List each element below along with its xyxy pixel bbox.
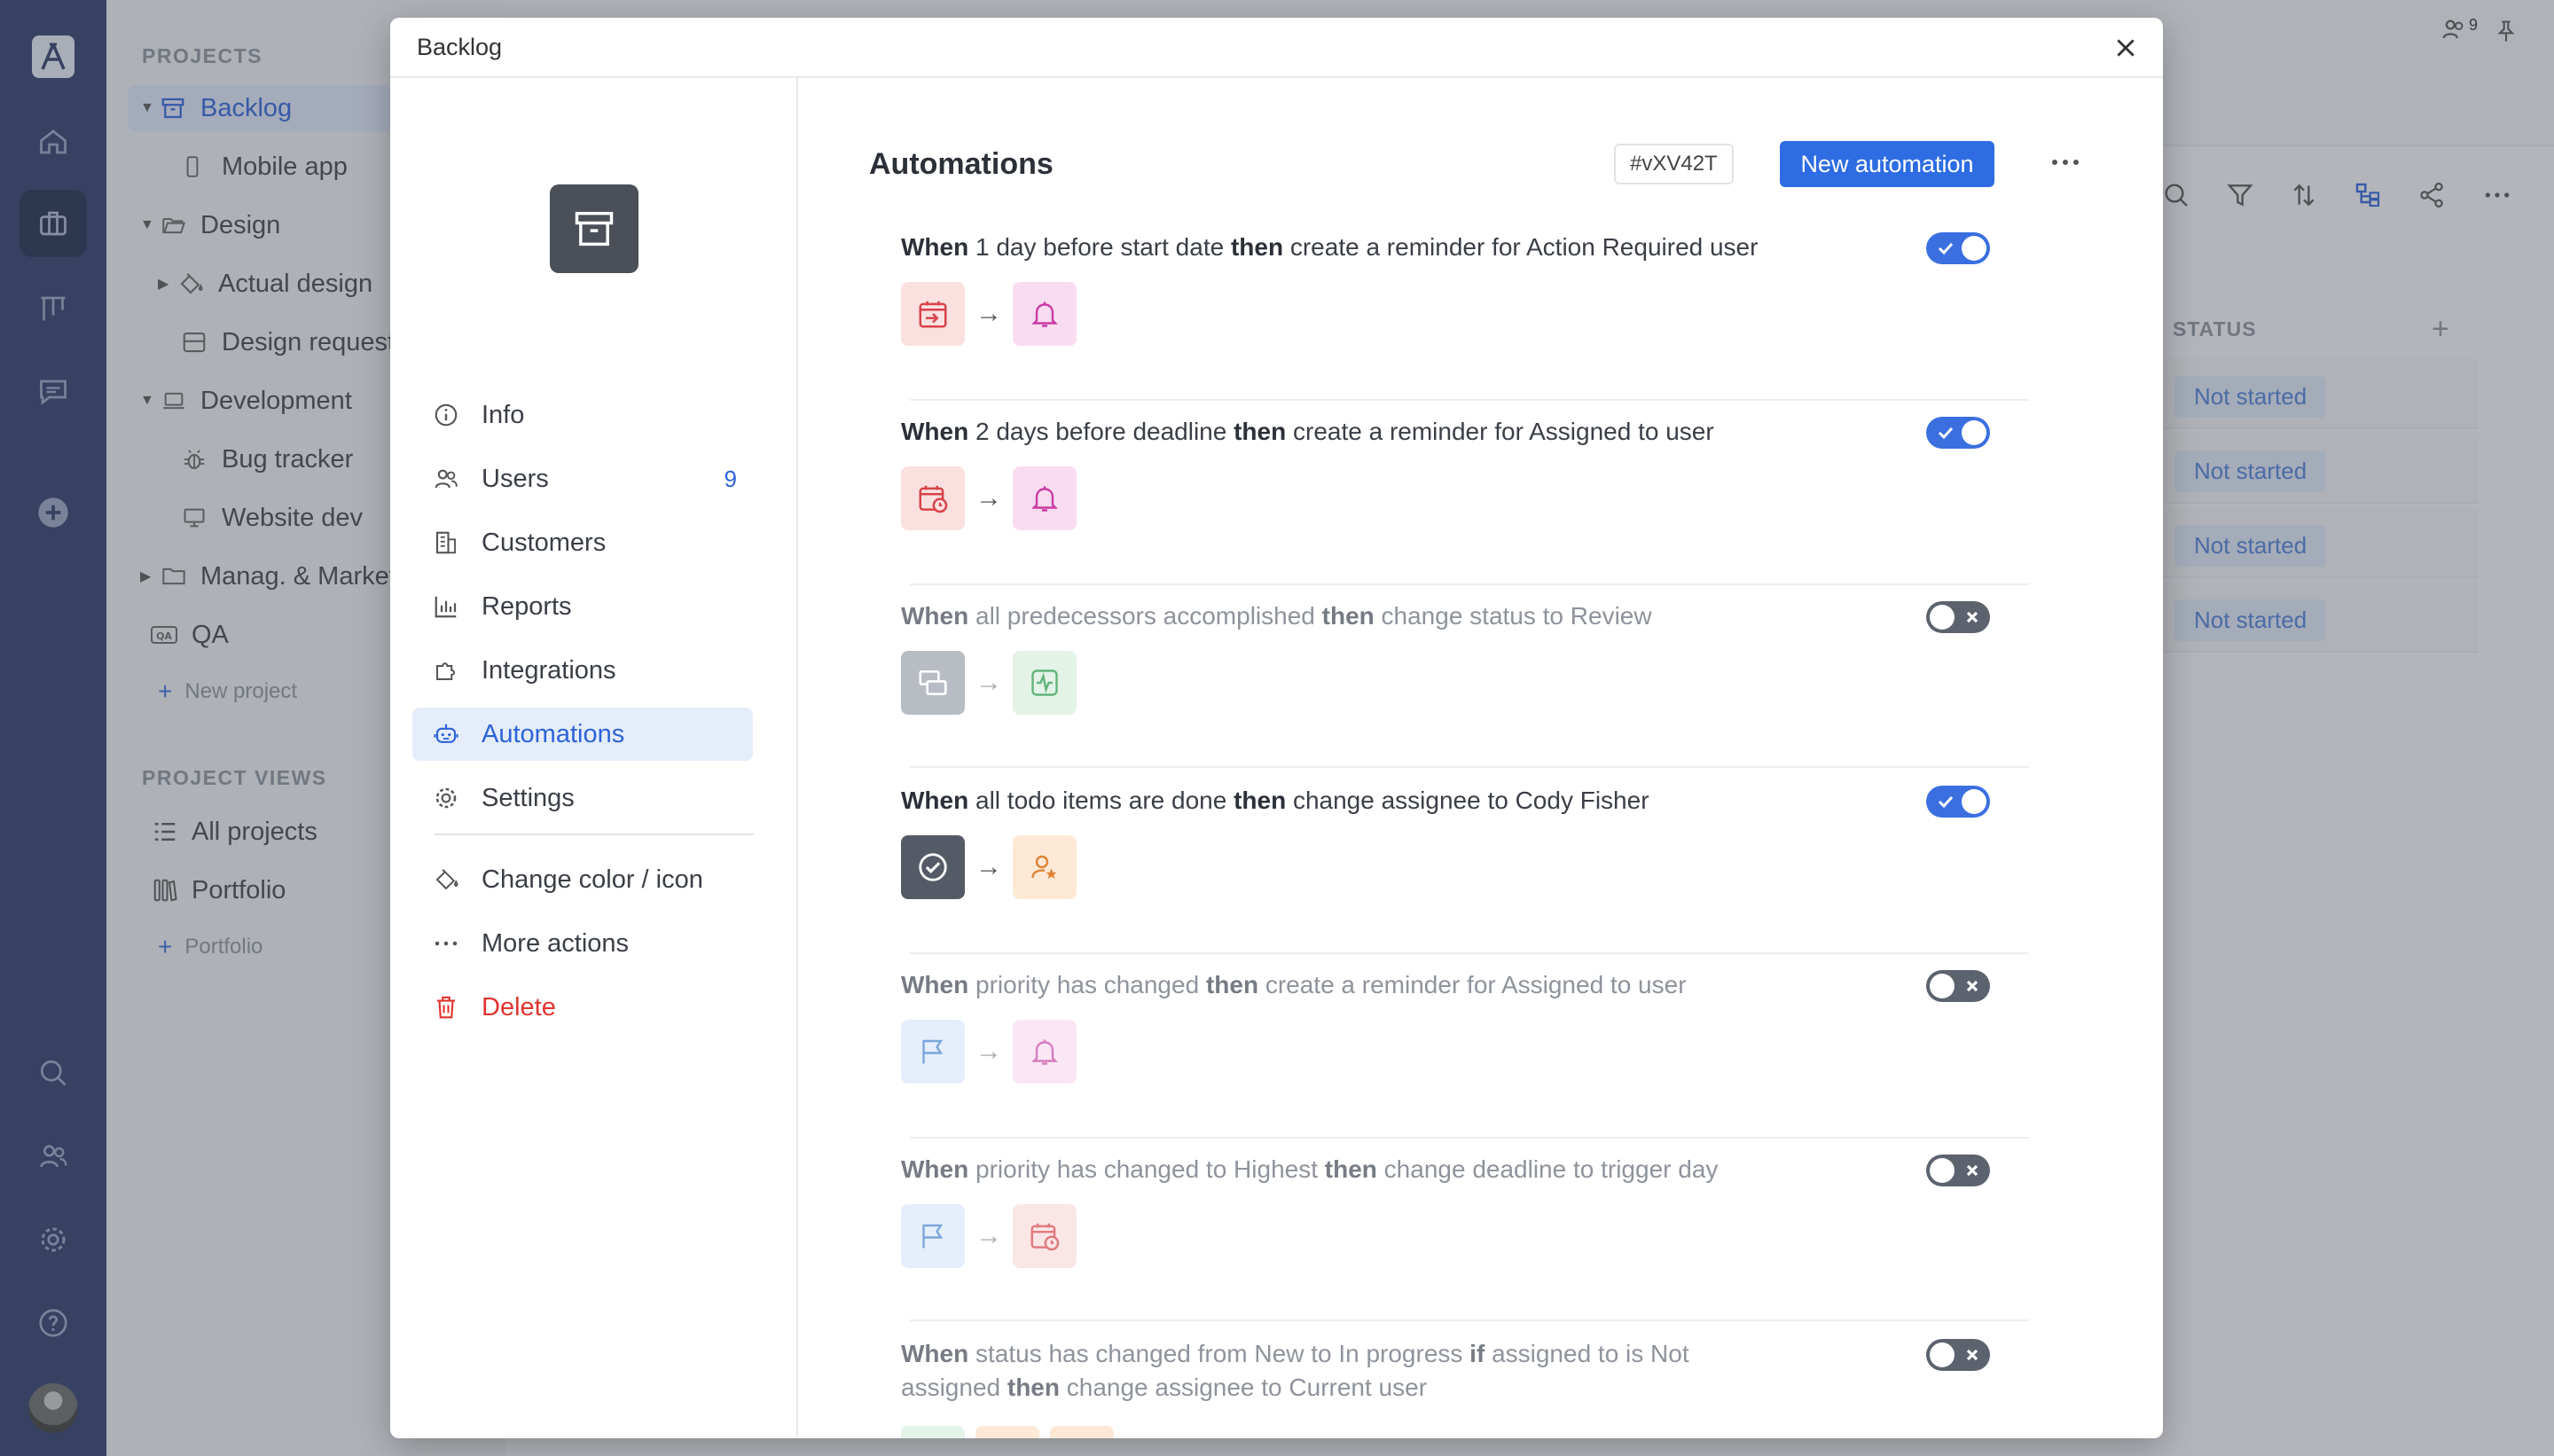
menu-item-change-color-icon[interactable]: Change color / icon [412, 853, 753, 906]
menu-item-info[interactable]: Info [412, 388, 753, 442]
rule-toggle[interactable] [1926, 417, 1990, 449]
info-icon [421, 402, 471, 428]
rule-description: When priority has changed then create a … [901, 971, 1687, 998]
rule-divider [910, 766, 2029, 768]
menu-item-delete[interactable]: Delete [412, 981, 753, 1034]
menu-item-more-actions[interactable]: More actions [412, 917, 753, 970]
menu-item-settings[interactable]: Settings [412, 771, 753, 825]
modal-title: Backlog [417, 34, 503, 60]
dots-icon [421, 930, 471, 957]
check-circle-icon [901, 835, 965, 899]
project-id-badge[interactable]: #vXV42T [1614, 144, 1734, 184]
users-count-badge: 9 [724, 465, 737, 492]
flag-icon [901, 1204, 965, 1268]
modal-header: Backlog [390, 18, 2163, 78]
menu-divider [435, 834, 754, 835]
status-icon [901, 1426, 965, 1438]
rule-description: When all predecessors accomplished then … [901, 602, 1652, 630]
status-pulse-icon [1013, 651, 1077, 715]
automations-title: Automations [869, 147, 1054, 181]
menu-item-automations[interactable]: Automations [412, 708, 753, 761]
rule-toggle[interactable] [1926, 1339, 1990, 1371]
calendar-clock-icon [1013, 1204, 1077, 1268]
rule-toggle[interactable] [1926, 970, 1990, 1002]
rule-divider [910, 399, 2029, 401]
gear-icon [421, 785, 471, 811]
rule-divider [910, 952, 2029, 954]
more-options-icon[interactable] [2043, 149, 2088, 176]
predecessors-icon [901, 651, 965, 715]
rule-description: When status has changed from New to In p… [901, 1340, 1689, 1401]
trash-icon [421, 994, 471, 1021]
paint-icon [421, 866, 471, 893]
automations-panel: Automations #vXV42T New automation When … [798, 78, 2163, 1438]
new-automation-button[interactable]: New automation [1780, 141, 1994, 187]
rule-description: When 1 day before start date then create… [901, 233, 1759, 261]
modal-nav: Info Users 9 Customers Reports Integrati… [390, 78, 798, 1438]
project-archive-icon[interactable] [550, 184, 638, 273]
flag-icon [901, 1020, 965, 1084]
user-icon [975, 1426, 1039, 1438]
user-star-icon [1013, 835, 1077, 899]
bell-icon [1013, 1020, 1077, 1084]
rule-toggle[interactable] [1926, 786, 1990, 818]
project-settings-modal: Backlog Info Users 9 Customers Reports I… [390, 18, 2163, 1438]
calendar-clock-icon [901, 466, 965, 530]
rule-toggle[interactable] [1926, 1155, 1990, 1186]
puzzle-icon [421, 657, 471, 684]
robot-icon [421, 721, 471, 748]
user-icon [1050, 1426, 1114, 1438]
close-icon[interactable] [2108, 30, 2143, 66]
rule-description: When priority has changed to Highest the… [901, 1155, 1719, 1183]
rule-description: When 2 days before deadline then create … [901, 418, 1714, 445]
rule-divider [910, 1137, 2029, 1139]
rule-divider [910, 583, 2029, 585]
menu-item-users[interactable]: Users 9 [412, 452, 753, 505]
bell-icon [1013, 282, 1077, 346]
calendar-start-icon [901, 282, 965, 346]
chart-icon [421, 593, 471, 620]
menu-item-customers[interactable]: Customers [412, 516, 753, 569]
rule-divider [910, 1319, 2029, 1321]
building-icon [421, 529, 471, 556]
users-icon [421, 466, 471, 492]
bell-icon [1013, 466, 1077, 530]
menu-item-integrations[interactable]: Integrations [412, 644, 753, 697]
rule-toggle[interactable] [1926, 232, 1990, 264]
menu-item-reports[interactable]: Reports [412, 580, 753, 633]
rule-toggle[interactable] [1926, 601, 1990, 633]
rule-description: When all todo items are done then change… [901, 787, 1649, 814]
